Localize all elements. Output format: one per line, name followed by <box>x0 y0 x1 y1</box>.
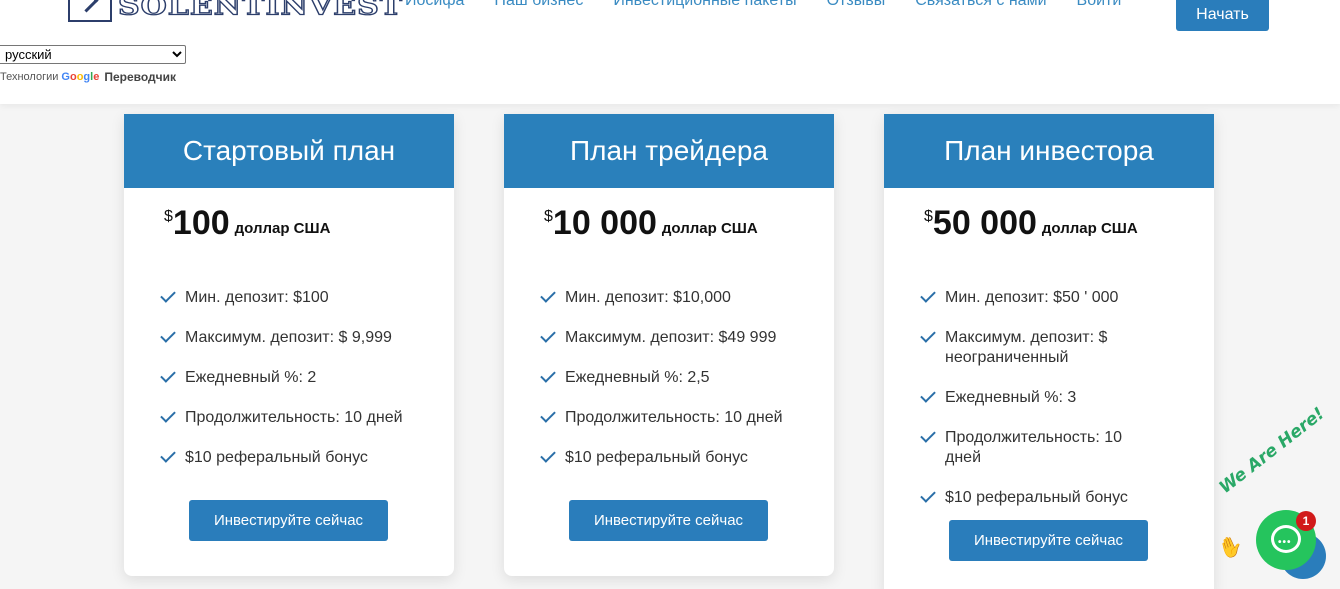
feature-text: Ежедневный %: 2 <box>185 369 317 386</box>
start-button[interactable]: Начать <box>1176 0 1269 31</box>
plan-title: План трейдера <box>504 114 834 188</box>
check-icon <box>160 327 176 343</box>
check-icon <box>920 387 936 403</box>
waving-hand-icon: ✋ <box>1215 533 1247 563</box>
plan-price: $ 100 доллар США <box>164 202 330 244</box>
check-icon <box>920 487 936 503</box>
site-logo[interactable]: SOLENTINVEST <box>68 0 403 22</box>
check-icon <box>540 287 556 303</box>
translate-tech-label: Технологии <box>0 71 59 83</box>
feature-text: Продолжительность: 10 дней <box>945 429 1123 466</box>
plan-features: Мин. депозит: $100 Максимум. депозит: $ … <box>160 287 430 488</box>
feature-item: $10 реферальный бонус <box>920 487 1160 508</box>
check-icon <box>920 327 936 343</box>
price-amount: 50 000 <box>932 204 1037 242</box>
plan-card-trader: План трейдера $ 10 000 доллар США Мин. д… <box>504 114 834 576</box>
price-currency: $ <box>924 208 933 225</box>
nav-link-home[interactable]: Иосифа <box>405 0 464 10</box>
check-icon <box>920 427 936 443</box>
price-amount: 100 <box>172 204 230 242</box>
feature-item: Ежедневный %: 2,5 <box>540 367 810 388</box>
check-icon <box>540 367 556 383</box>
feature-text: Мин. депозит: $10,000 <box>565 289 731 306</box>
main-nav: Иосифа Наш бизнес Инвестиционные пакеты … <box>405 0 1151 10</box>
price-currency: $ <box>544 208 553 225</box>
plan-features: Мин. депозит: $50 ' 000 Максимум. депози… <box>920 287 1160 528</box>
check-icon <box>920 287 936 303</box>
feature-text: $10 реферальный бонус <box>565 449 748 466</box>
nav-link-business[interactable]: Наш бизнес <box>494 0 583 10</box>
logo-text: SOLENTINVEST <box>117 0 404 22</box>
google-logo[interactable]: Google <box>61 71 99 83</box>
check-icon <box>160 447 176 463</box>
check-icon <box>160 407 176 423</box>
feature-text: Мин. депозит: $50 ' 000 <box>945 289 1119 306</box>
feature-item: Мин. депозит: $100 <box>160 287 430 308</box>
chat-tagline: We Are Here! <box>1215 403 1329 498</box>
feature-item: Продолжительность: 10 дней <box>540 407 810 428</box>
logo-icon <box>68 0 112 22</box>
nav-link-packages[interactable]: Инвестиционные пакеты <box>613 0 796 10</box>
feature-item: Максимум. депозит: $ 9,999 <box>160 327 430 348</box>
feature-text: Максимум. депозит: $ неограниченный <box>945 329 1108 366</box>
plan-price: $ 10 000 доллар США <box>544 202 758 244</box>
feature-item: Продолжительность: 10 дней <box>160 407 430 428</box>
invest-now-button[interactable]: Инвестируйте сейчас <box>569 500 768 541</box>
google-translate-attribution: Технологии Google Переводчик <box>0 70 176 84</box>
language-select[interactable]: русский <box>0 45 186 64</box>
invest-now-button[interactable]: Инвестируйте сейчас <box>949 520 1148 561</box>
check-icon <box>160 367 176 383</box>
plan-title: План инвестора <box>884 114 1214 188</box>
feature-item: Ежедневный %: 3 <box>920 387 1160 408</box>
feature-item: Мин. депозит: $50 ' 000 <box>920 287 1160 308</box>
feature-item: Максимум. депозит: $49 999 <box>540 327 810 348</box>
top-navbar: SOLENTINVEST Иосифа Наш бизнес Инвестици… <box>0 0 1340 104</box>
feature-text: Продолжительность: 10 дней <box>185 409 403 426</box>
price-unit: доллар США <box>234 220 331 237</box>
feature-item: $10 реферальный бонус <box>540 447 810 468</box>
feature-item: Продолжительность: 10 дней <box>920 427 1160 468</box>
plan-card-investor: План инвестора $ 50 000 доллар США Мин. … <box>884 114 1214 589</box>
feature-item: $10 реферальный бонус <box>160 447 430 468</box>
feature-text: $10 реферальный бонус <box>185 449 368 466</box>
check-icon <box>540 407 556 423</box>
plan-card-starter: Стартовый план $ 100 доллар США Мин. деп… <box>124 114 454 576</box>
price-amount: 10 000 <box>552 204 657 242</box>
price-unit: доллар США <box>1041 220 1138 237</box>
feature-text: Ежедневный %: 2,5 <box>565 369 710 386</box>
check-icon <box>540 447 556 463</box>
plan-title: Стартовый план <box>124 114 454 188</box>
translate-link[interactable]: Переводчик <box>104 70 176 84</box>
price-unit: доллар США <box>661 220 758 237</box>
feature-item: Ежедневный %: 2 <box>160 367 430 388</box>
chat-dots-icon: ••• <box>1278 537 1292 548</box>
check-icon <box>160 287 176 303</box>
notification-badge: 1 <box>1296 511 1316 531</box>
nav-link-login[interactable]: Войти <box>1077 0 1122 10</box>
plan-price: $ 50 000 доллар США <box>924 202 1138 244</box>
feature-text: Мин. депозит: $100 <box>185 289 329 306</box>
feature-text: Максимум. депозит: $ 9,999 <box>185 329 392 346</box>
plan-features: Мин. депозит: $10,000 Максимум. депозит:… <box>540 287 810 488</box>
check-icon <box>540 327 556 343</box>
nav-link-reviews[interactable]: Отзывы <box>827 0 886 10</box>
feature-text: Ежедневный %: 3 <box>945 389 1077 406</box>
feature-text: $10 реферальный бонус <box>945 489 1128 506</box>
feature-item: Максимум. депозит: $ неограниченный <box>920 327 1160 368</box>
feature-text: Продолжительность: 10 дней <box>565 409 783 426</box>
nav-link-contact[interactable]: Связаться с нами <box>915 0 1046 10</box>
feature-item: Мин. депозит: $10,000 <box>540 287 810 308</box>
invest-now-button[interactable]: Инвестируйте сейчас <box>189 500 388 541</box>
price-currency: $ <box>164 208 173 225</box>
feature-text: Максимум. депозит: $49 999 <box>565 329 777 346</box>
